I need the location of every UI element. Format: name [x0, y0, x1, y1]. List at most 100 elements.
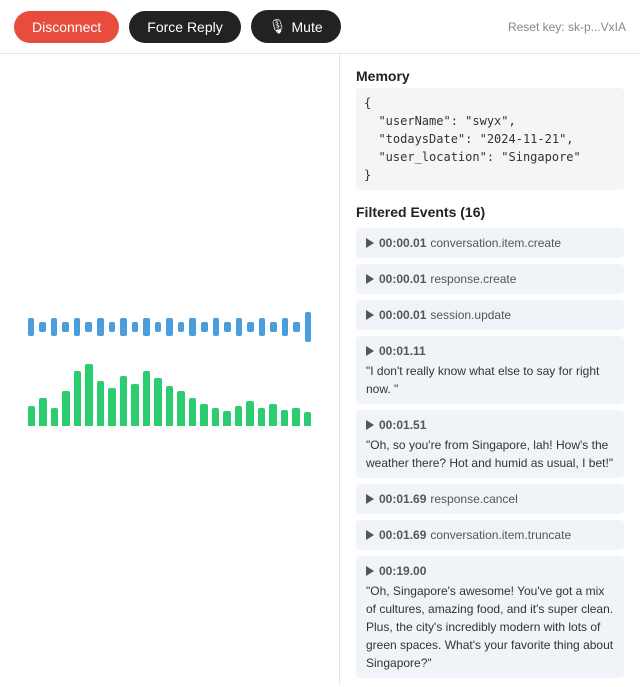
wave-bar: [236, 318, 243, 336]
event-timestamp: 00:00.01: [379, 236, 426, 250]
right-panel: Memory { "userName": "swyx", "todaysDate…: [340, 54, 640, 684]
event-timestamp: 00:00.01: [379, 308, 426, 322]
freq-bar: [85, 364, 93, 426]
wave-bar: [189, 318, 196, 336]
freq-bars: [28, 356, 312, 426]
freq-bar: [200, 404, 208, 426]
wave-bar: [97, 318, 104, 336]
wave-bar: [293, 322, 300, 332]
event-item[interactable]: 00:00.01 conversation.item.create: [356, 228, 624, 258]
visualizer: [12, 312, 327, 426]
freq-bar: [62, 391, 70, 426]
wave-bar: [224, 322, 231, 332]
event-text: "Oh, Singapore's awesome! You've got a m…: [366, 582, 614, 672]
mute-label: Mute: [292, 19, 323, 35]
freq-bar: [189, 398, 197, 426]
memory-section: Memory { "userName": "swyx", "todaysDate…: [356, 68, 624, 190]
freq-bar: [143, 371, 151, 426]
freq-bar: [212, 408, 220, 426]
wave-bar: [282, 318, 289, 336]
main-layout: Memory { "userName": "swyx", "todaysDate…: [0, 54, 640, 684]
event-item[interactable]: 00:01.69 conversation.item.truncate: [356, 520, 624, 550]
freq-bar: [51, 408, 59, 426]
event-type: response.cancel: [430, 492, 517, 506]
header: Disconnect Force Reply 🎙 Mute Reset key:…: [0, 0, 640, 54]
freq-bar: [177, 391, 185, 426]
events-list: 00:00.01conversation.item.create00:00.01…: [356, 228, 624, 684]
wave-bar: [39, 322, 46, 332]
freq-bar: [281, 410, 289, 426]
freq-bar: [258, 408, 266, 426]
event-text: "I don't really know what else to say fo…: [366, 362, 614, 398]
freq-bar: [39, 398, 47, 426]
event-item[interactable]: 00:00.01 session.update: [356, 300, 624, 330]
event-timestamp: 00:01.69: [379, 492, 426, 506]
event-item[interactable]: 00:01.69 response.cancel: [356, 484, 624, 514]
event-timestamp: 00:01.11: [379, 344, 426, 358]
freq-bar: [166, 386, 174, 426]
wave-bar: [74, 318, 81, 336]
force-reply-button[interactable]: Force Reply: [129, 11, 240, 43]
event-item[interactable]: 00:01.11 "I don't really know what else t…: [356, 336, 624, 404]
play-icon: [366, 420, 374, 430]
freq-bar: [120, 376, 128, 426]
event-timestamp: 00:19.00: [379, 564, 426, 578]
wave-bar: [305, 312, 312, 342]
freq-bar: [154, 378, 162, 426]
event-type: response.create: [430, 272, 516, 286]
freq-bar: [292, 408, 300, 426]
wave-bar: [85, 322, 92, 332]
freq-bar: [97, 381, 105, 426]
event-type: conversation.item.create: [430, 236, 561, 250]
wave-bar: [120, 318, 127, 336]
wave-bar: [259, 318, 266, 336]
disconnect-button[interactable]: Disconnect: [14, 11, 119, 43]
reset-key-label: Reset key: sk-p...VxIA: [508, 20, 626, 34]
freq-bar: [269, 404, 277, 426]
event-timestamp: 00:00.01: [379, 272, 426, 286]
event-type: session.update: [430, 308, 511, 322]
event-text: "Oh, so you're from Singapore, lah! How'…: [366, 436, 614, 472]
visualizer-panel: [0, 54, 340, 684]
wave-bar: [166, 318, 173, 336]
play-icon: [366, 494, 374, 504]
wave-bar: [28, 318, 35, 336]
mute-icon: 🎙: [269, 18, 287, 35]
freq-bar: [28, 406, 36, 426]
play-icon: [366, 274, 374, 284]
wave-bar: [132, 322, 139, 332]
freq-bar: [108, 388, 116, 426]
wave-bar: [51, 318, 58, 336]
freq-bar: [131, 384, 139, 426]
wave-bar: [178, 322, 185, 332]
wave-bar: [155, 322, 162, 332]
wave-bar: [62, 322, 69, 332]
event-type: conversation.item.truncate: [430, 528, 571, 542]
freq-bar: [304, 412, 312, 426]
wave-bar: [109, 322, 116, 332]
wave-bar: [201, 322, 208, 332]
wave-bar: [143, 318, 150, 336]
freq-bar: [223, 411, 231, 426]
play-icon: [366, 530, 374, 540]
play-icon: [366, 566, 374, 576]
freq-bar: [235, 406, 243, 426]
freq-bar: [74, 371, 82, 426]
play-icon: [366, 238, 374, 248]
memory-title: Memory: [356, 68, 624, 84]
wave-bar: [270, 322, 277, 332]
mute-button[interactable]: 🎙 Mute: [251, 10, 341, 43]
event-timestamp: 00:01.69: [379, 528, 426, 542]
wave-bars: [28, 312, 312, 342]
event-item[interactable]: 00:01.51 "Oh, so you're from Singapore, l…: [356, 410, 624, 478]
filtered-events-title: Filtered Events (16): [356, 204, 624, 220]
event-item[interactable]: 00:19.00 "Oh, Singapore's awesome! You've…: [356, 556, 624, 678]
wave-bar: [247, 322, 254, 332]
wave-bar: [213, 318, 220, 336]
play-icon: [366, 310, 374, 320]
play-icon: [366, 346, 374, 356]
event-item[interactable]: 00:00.01 response.create: [356, 264, 624, 294]
freq-bar: [246, 401, 254, 426]
event-timestamp: 00:01.51: [379, 418, 426, 432]
memory-code: { "userName": "swyx", "todaysDate": "202…: [356, 88, 624, 190]
